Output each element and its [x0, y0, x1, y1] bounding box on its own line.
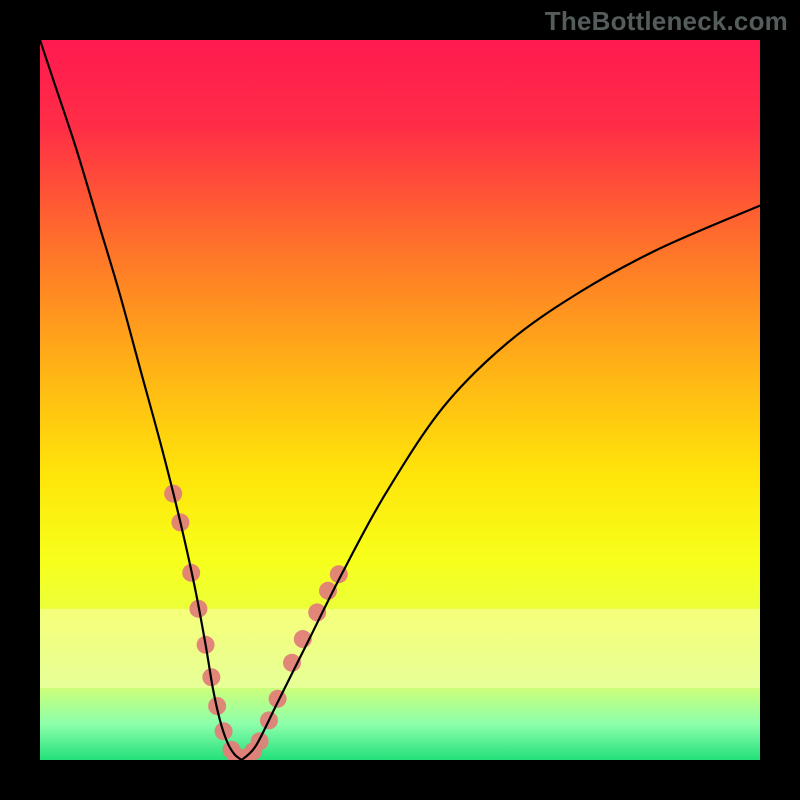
watermark-text: TheBottleneck.com [545, 6, 788, 37]
chart-frame: TheBottleneck.com [0, 0, 800, 800]
bottleneck-chart [40, 40, 760, 760]
plot-area [40, 40, 760, 760]
